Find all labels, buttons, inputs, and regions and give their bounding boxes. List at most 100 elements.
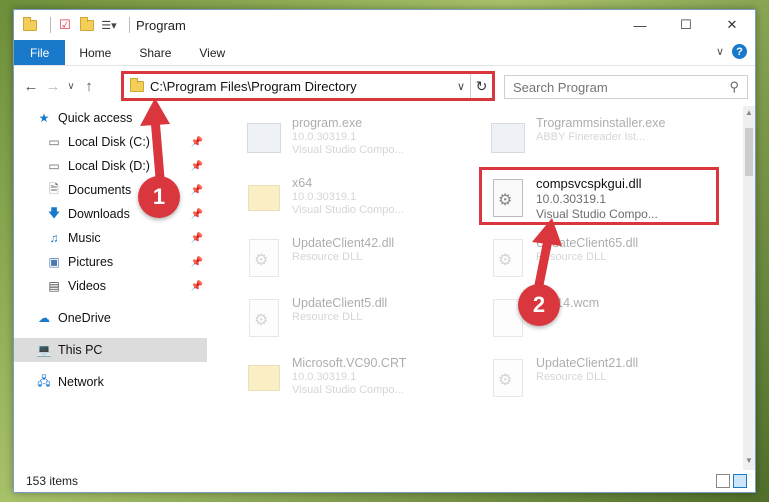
back-button[interactable]: ←: [20, 75, 42, 97]
pin-icon[interactable]: 📌: [191, 257, 203, 268]
scroll-down-icon[interactable]: ▼: [743, 456, 755, 468]
details-view-icon[interactable]: [716, 474, 730, 488]
search-icon[interactable]: ⚲: [729, 79, 739, 95]
nav-item-quick-access[interactable]: ★ Quick access: [14, 106, 207, 130]
properties-icon[interactable]: ☑: [57, 17, 73, 33]
ribbon-right-controls: ∨ ?: [716, 44, 747, 59]
nav-item-videos[interactable]: ▤ Videos 📌: [14, 274, 207, 298]
file-item[interactable]: ⚙ UpdateClient5.dll Resource DLL: [240, 292, 480, 346]
ribbon-tabs: File Home Share View ∨ ?: [14, 40, 755, 66]
file-item[interactable]: Microsoft.VC90.CRT 10.0.30319.1 Visual S…: [240, 352, 480, 406]
vertical-scrollbar[interactable]: ▲ ▼: [743, 106, 755, 470]
tab-file[interactable]: File: [14, 40, 66, 65]
search-input[interactable]: [513, 79, 730, 95]
maximize-button[interactable]: ☐: [663, 10, 709, 40]
film-icon: ▤: [48, 279, 60, 293]
tab-home[interactable]: Home: [65, 40, 125, 65]
tab-share[interactable]: Share: [125, 40, 185, 65]
nav-item-music[interactable]: ♫ Music 📌: [14, 226, 207, 250]
file-description: Visual Studio Compo...: [292, 204, 404, 216]
nav-item-pictures[interactable]: ▣ Pictures 📌: [14, 250, 207, 274]
nav-item-onedrive[interactable]: ☁ OneDrive: [14, 306, 207, 330]
file-version: 10.0.30319.1: [292, 191, 357, 203]
pictures-icon: ▣: [48, 255, 60, 269]
selected-file-highlight: [479, 167, 719, 225]
file-item[interactable]: program.exe 10.0.30319.1 Visual Studio C…: [240, 112, 480, 166]
divider: [50, 17, 51, 33]
pin-icon[interactable]: 📌: [191, 137, 203, 148]
pin-icon[interactable]: 📌: [191, 233, 203, 244]
file-description: Resource DLL: [536, 251, 607, 263]
window-controls: — ☐ ✕: [617, 10, 755, 40]
file-description: ABBY Finereader Ist...: [536, 131, 646, 143]
tiles-view-icon[interactable]: [733, 474, 747, 488]
nav-item-local-disk-c[interactable]: ▭ Local Disk (C:) 📌: [14, 130, 207, 154]
pin-icon[interactable]: 📌: [191, 281, 203, 292]
file-name: UpdateClient5.dll: [292, 296, 388, 310]
folder-icon: [244, 356, 284, 400]
nav-label: OneDrive: [58, 311, 111, 325]
scroll-up-icon[interactable]: ▲: [743, 108, 755, 120]
new-folder-icon[interactable]: [79, 16, 95, 33]
nav-label: Network: [58, 375, 104, 389]
nav-item-local-disk-d[interactable]: ▭ Local Disk (D:) 📌: [14, 154, 207, 178]
file-version: 10.0.30319.1: [292, 371, 357, 383]
file-item[interactable]: x64 10.0.30319.1 Visual Studio Compo...: [240, 172, 480, 226]
search-box[interactable]: ⚲: [504, 75, 748, 99]
file-name: UpdateClient21.dll: [536, 356, 639, 370]
view-toggles: [716, 474, 747, 488]
file-name: UpdateClient65.dll: [536, 236, 639, 250]
nav-label: Music: [68, 231, 101, 245]
nav-item-this-pc[interactable]: 💻 This PC: [14, 338, 207, 362]
up-button[interactable]: ↑: [78, 75, 100, 97]
scrollbar-thumb[interactable]: [745, 128, 753, 176]
nav-label: Pictures: [68, 255, 114, 269]
address-path[interactable]: C:\Program Files\Program Directory: [150, 79, 452, 94]
computer-icon: 💻: [36, 343, 52, 357]
minimize-button[interactable]: —: [617, 10, 663, 40]
chevron-down-icon[interactable]: ∨: [716, 45, 724, 58]
document-icon: 🗎: [49, 181, 59, 196]
address-bar[interactable]: C:\Program Files\Program Directory ∨ ↻: [121, 71, 495, 101]
music-icon: ♫: [49, 231, 59, 245]
item-count: 153 items: [26, 474, 79, 488]
download-icon: 🡇: [47, 205, 61, 220]
recent-locations-button[interactable]: ∨: [64, 75, 78, 97]
nav-label: Quick access: [58, 111, 133, 125]
help-icon[interactable]: ?: [732, 44, 747, 59]
file-item[interactable]: ⚙ UpdateClient65.dll Resource DLL: [484, 232, 724, 286]
nav-label: Downloads: [68, 207, 130, 221]
nav-label: Documents: [68, 183, 132, 197]
file-item[interactable]: ⚙ UpdateClient42.dll Resource DLL: [240, 232, 480, 286]
nav-label: Local Disk (C:): [68, 135, 150, 149]
network-icon: 🖧: [37, 373, 51, 388]
pin-icon[interactable]: 📌: [191, 209, 203, 220]
tab-view[interactable]: View: [185, 40, 239, 65]
pin-icon[interactable]: 📌: [191, 161, 203, 172]
file-description: Resource DLL: [536, 371, 607, 383]
file-item[interactable]: Trogrammsinstaller.exe ABBY Finereader I…: [484, 112, 724, 166]
refresh-button[interactable]: ↻: [470, 74, 492, 98]
pin-icon[interactable]: 📌: [191, 185, 203, 196]
exe-icon: [244, 116, 284, 160]
close-button[interactable]: ✕: [709, 10, 755, 40]
star-icon: ★: [38, 111, 50, 125]
chevron-down-icon[interactable]: ∨: [452, 80, 470, 93]
address-row: ← → ∨ ↑ C:\Program Files\Program Directo…: [14, 66, 755, 106]
folder-icon: [244, 176, 284, 220]
drive-icon: ▭: [48, 135, 60, 149]
dll-gear-icon: ⚙: [488, 356, 528, 400]
file-name: program.exe: [292, 116, 363, 130]
file-item[interactable]: ⚙ UpdateClient21.dll Resource DLL: [484, 352, 724, 406]
forward-button[interactable]: →: [42, 75, 64, 97]
nav-item-network[interactable]: 🖧 Network: [14, 370, 207, 394]
cloud-icon: ☁: [38, 311, 50, 325]
customize-toolbar-icon[interactable]: ☰▾: [101, 17, 117, 33]
navigation-pane: ★ Quick access ▭ Local Disk (C:) 📌 ▭ Loc…: [14, 106, 207, 466]
file-name: x64: [292, 176, 313, 190]
step-marker-1: 1: [138, 176, 180, 218]
nav-label: This PC: [58, 343, 103, 357]
